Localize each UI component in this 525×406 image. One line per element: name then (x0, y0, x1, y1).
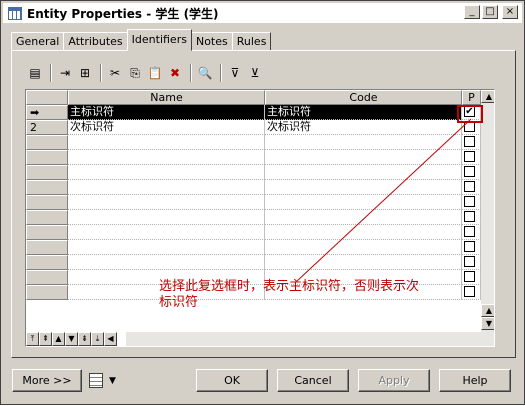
ok-button[interactable]: OK (196, 369, 268, 392)
cancel-button[interactable]: Cancel (277, 369, 349, 392)
apply-button[interactable]: Apply (358, 369, 430, 392)
dropdown-arrow-icon: ▼ (109, 375, 116, 386)
annotation-pointer-line (296, 118, 472, 282)
annotation-text: 选择此复选框时，表示主标识符，否则表示次标识符 (159, 279, 420, 310)
tab-identifiers[interactable]: Identifiers (126, 29, 192, 51)
list-view-icon (89, 373, 103, 388)
more-button[interactable]: More >> (12, 369, 82, 392)
view-menu-button[interactable]: ▼ (89, 373, 116, 388)
entity-properties-window: Entity Properties - 学生 (学生) _ □ × Genera… (0, 0, 525, 405)
help-button[interactable]: Help (439, 369, 511, 392)
annotation-highlight-box (457, 105, 483, 123)
